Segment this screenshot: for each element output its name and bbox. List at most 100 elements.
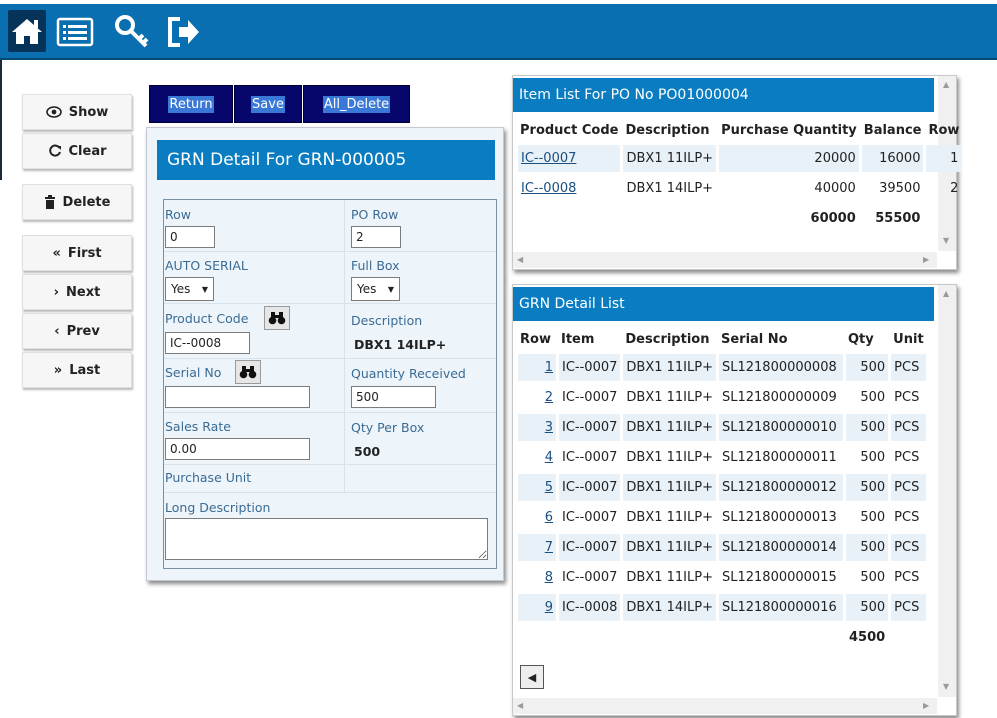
row-cell[interactable]: 4 <box>518 444 556 471</box>
item-list-horizontal-scrollbar[interactable]: ◀ ▶ <box>513 252 937 268</box>
table-row: IC--0008 DBX1 14ILP+ 40000 39500 2 <box>518 175 961 202</box>
description-cell: DBX1 11ILP+ <box>626 390 713 405</box>
dropdown-arrow-icon: ▼ <box>387 284 394 294</box>
row-link[interactable]: 6 <box>545 510 553 525</box>
serial-no-cell: SL121800000015 <box>721 570 837 585</box>
key-icon[interactable] <box>114 14 150 50</box>
quantity-received-input[interactable] <box>351 386 436 408</box>
table-row: IC--0007 DBX1 11ILP+ 20000 16000 1 <box>518 145 962 172</box>
dropdown-arrow-icon: ▼ <box>201 284 208 294</box>
purchase-quantity-cell: 20000 <box>719 145 859 172</box>
show-button[interactable]: Show <box>22 94 132 130</box>
next-button[interactable]: › Next <box>22 274 132 310</box>
scroll-down-icon[interactable]: ▼ <box>943 236 949 245</box>
list-icon[interactable] <box>56 14 94 50</box>
row-link[interactable]: 9 <box>545 600 553 615</box>
long-description-textarea[interactable] <box>165 518 488 560</box>
row-cell[interactable]: 3 <box>518 414 556 441</box>
item-cell: IC--0007 <box>559 534 621 561</box>
grn-detail-list-title: GRN Detail List <box>513 287 934 321</box>
product-code-link[interactable]: IC--0008 <box>521 181 576 196</box>
description-cell: DBX1 11ILP+ <box>623 474 716 501</box>
row-cell[interactable]: 9 <box>518 594 556 621</box>
row-cell[interactable]: 1 <box>518 354 556 381</box>
description-cell: DBX1 11ILP+ <box>623 414 716 441</box>
serial-no-cell: SL121800000008 <box>718 354 843 381</box>
auto-serial-select[interactable]: Yes ▼ <box>165 277 214 301</box>
grn-list-horizontal-scrollbar[interactable]: ◀ ▶ <box>513 698 937 714</box>
form-column-divider <box>344 200 345 493</box>
row-link[interactable]: 4 <box>545 450 553 465</box>
row-link[interactable]: 1 <box>545 360 553 375</box>
row-cell[interactable]: 2 <box>518 384 556 411</box>
unit-cell: PCS <box>894 510 920 525</box>
home-icon[interactable] <box>8 10 46 52</box>
row-link[interactable]: 8 <box>545 570 553 585</box>
item-cell: IC--0007 <box>562 390 618 405</box>
product-code-cell[interactable]: IC--0007 <box>518 145 621 172</box>
show-button-label: Show <box>68 104 109 120</box>
grn-list-vertical-scrollbar[interactable]: ▲ ▼ <box>938 285 956 697</box>
table-row: 3 IC--0007 DBX1 11ILP+ SL121800000010 50… <box>518 414 926 441</box>
scroll-left-button-icon[interactable]: ◀ <box>520 665 544 689</box>
row-link[interactable]: 5 <box>545 480 553 495</box>
grn-detail-list-panel: GRN Detail List ▲ ▼ ◀ ▶ Row Item Descrip… <box>512 284 957 716</box>
product-code-input[interactable] <box>165 332 250 354</box>
scroll-left-icon[interactable]: ◀ <box>517 701 523 710</box>
po-row-input[interactable] <box>351 226 401 248</box>
top-toolbar <box>0 4 997 60</box>
clear-button[interactable]: Clear <box>22 133 132 169</box>
long-description-label: Long Description <box>165 500 271 515</box>
product-search-binoculars-icon[interactable] <box>264 306 290 330</box>
item-cell: IC--0007 <box>559 354 621 381</box>
serial-no-cell: SL121800000014 <box>718 534 843 561</box>
row-link[interactable]: 7 <box>545 540 553 555</box>
grn-detail-table: Row Item Description Serial No Qty Unit … <box>515 325 929 654</box>
row-link[interactable]: 3 <box>545 420 553 435</box>
sales-rate-label: Sales Rate <box>165 419 231 434</box>
serial-no-input[interactable] <box>165 386 310 408</box>
row-cell[interactable]: 6 <box>518 504 556 531</box>
first-button[interactable]: « First <box>22 235 132 271</box>
save-button[interactable]: Save <box>234 85 302 123</box>
full-box-select[interactable]: Yes ▼ <box>351 277 400 301</box>
table-row: 9 IC--0008 DBX1 14ILP+ SL121800000016 50… <box>518 594 926 621</box>
scroll-right-icon[interactable]: ▶ <box>923 255 929 264</box>
last-button[interactable]: » Last <box>22 352 132 388</box>
full-box-value: Yes <box>357 282 377 296</box>
column-header: Product Code <box>520 123 619 138</box>
column-header: Balance <box>863 123 922 138</box>
row-cell: 1 <box>926 145 962 172</box>
table-row: 7 IC--0007 DBX1 11ILP+ SL121800000014 50… <box>518 534 926 561</box>
table-row: 2 IC--0007 DBX1 11ILP+ SL121800000009 50… <box>518 384 926 411</box>
return-button[interactable]: Return <box>149 85 233 123</box>
qty-per-box-label: Qty Per Box <box>351 420 425 435</box>
description-cell: DBX1 11ILP+ <box>623 145 717 172</box>
product-code-link[interactable]: IC--0007 <box>521 151 576 166</box>
item-list-title: Item List For PO No PO01000004 <box>513 78 934 112</box>
next-button-label: Next <box>66 284 101 300</box>
row-link[interactable]: 2 <box>545 390 553 405</box>
row-cell[interactable]: 5 <box>518 474 556 501</box>
row-input[interactable] <box>165 226 215 248</box>
sales-rate-input[interactable] <box>165 438 310 460</box>
delete-button[interactable]: Delete <box>22 184 132 220</box>
all-delete-button[interactable]: All_Delete <box>303 85 410 123</box>
row-cell[interactable]: 7 <box>518 534 556 561</box>
unit-cell: PCS <box>891 594 926 621</box>
scroll-left-icon[interactable]: ◀ <box>517 255 523 264</box>
column-header: Row <box>928 123 960 138</box>
scroll-up-icon[interactable]: ▲ <box>943 289 949 298</box>
row-cell[interactable]: 8 <box>518 564 556 591</box>
scroll-down-icon[interactable]: ▼ <box>943 682 949 691</box>
prev-button[interactable]: ‹ Prev <box>22 313 132 349</box>
column-header: Description <box>625 123 710 138</box>
scroll-up-icon[interactable]: ▲ <box>943 80 949 89</box>
scroll-right-icon[interactable]: ▶ <box>923 701 929 710</box>
serial-search-binoculars-icon[interactable] <box>235 360 261 384</box>
purchase-unit-label: Purchase Unit <box>165 470 252 485</box>
table-row: 6 IC--0007 DBX1 11ILP+ SL121800000013 50… <box>518 504 926 531</box>
row-label: Row <box>165 207 191 222</box>
product-code-cell[interactable]: IC--0008 <box>518 175 620 202</box>
logout-icon[interactable] <box>166 14 202 50</box>
